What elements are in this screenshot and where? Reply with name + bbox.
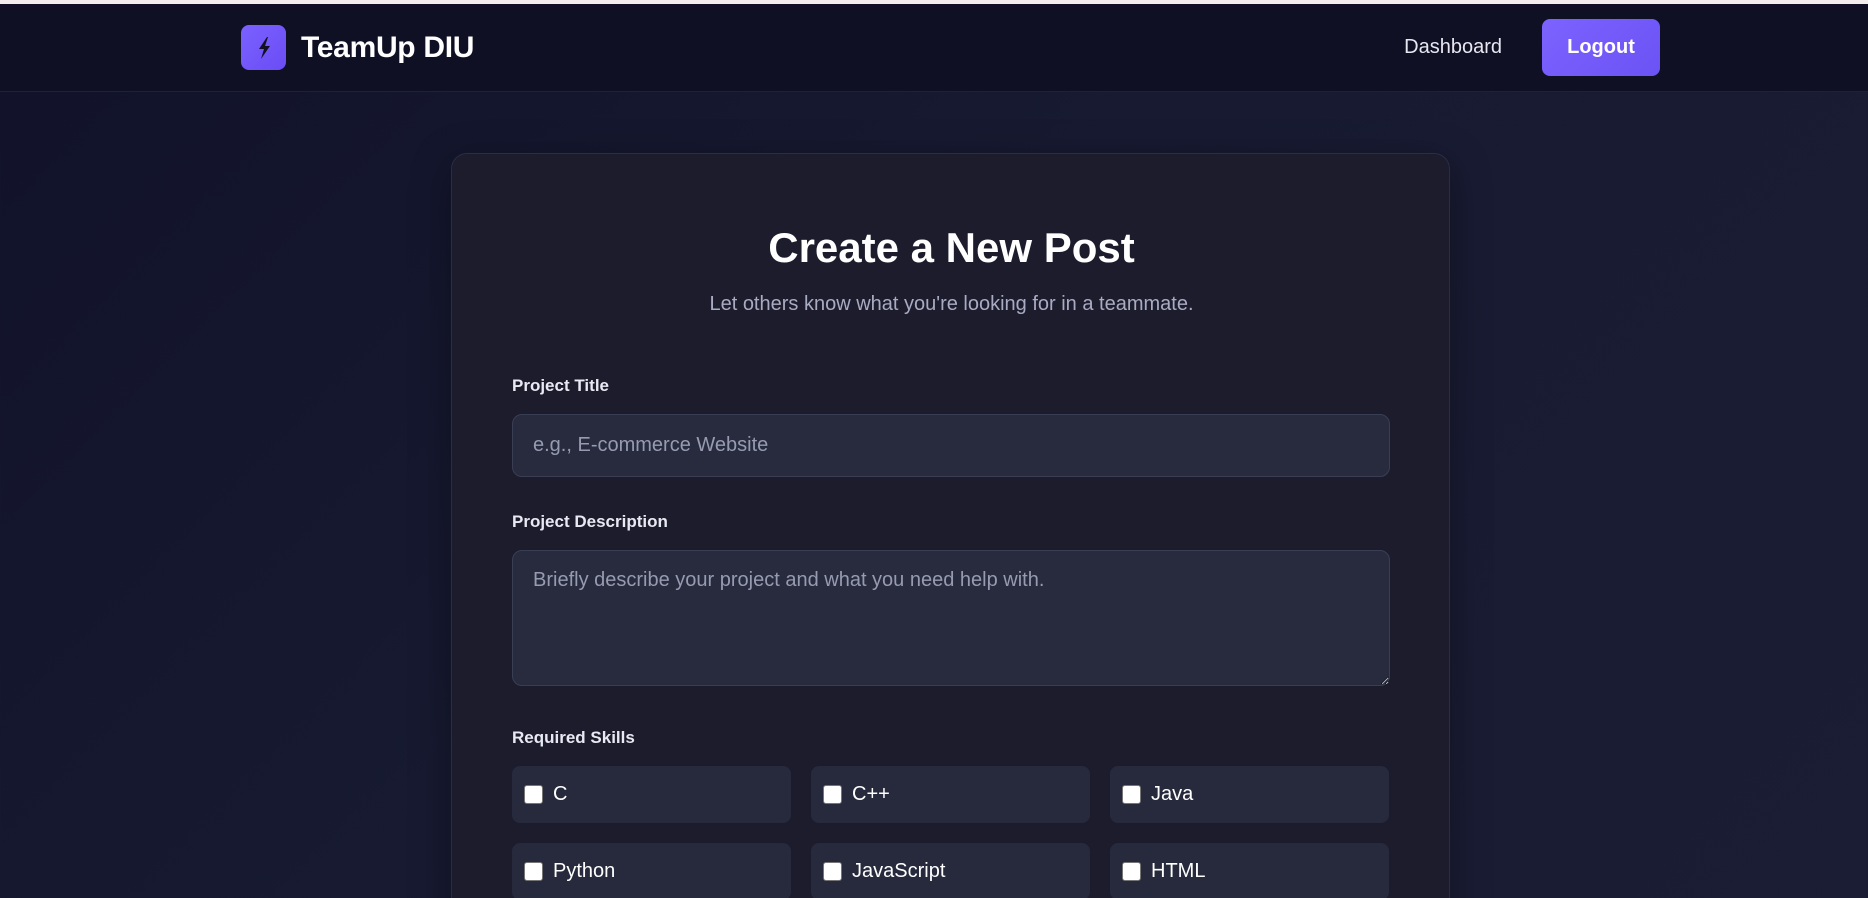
project-description-label: Project Description xyxy=(512,512,668,531)
logout-button[interactable]: Logout xyxy=(1542,19,1660,76)
project-title-input[interactable] xyxy=(512,414,1390,477)
skill-checkbox[interactable] xyxy=(1122,862,1141,881)
skill-checkbox[interactable] xyxy=(823,862,842,881)
navbar: TeamUp DIU Dashboard Logout xyxy=(0,4,1868,92)
skill-option-java[interactable]: Java xyxy=(1110,766,1389,823)
nav-menu: Dashboard Logout xyxy=(1404,19,1660,76)
skill-label: C++ xyxy=(852,783,890,805)
skill-label: Python xyxy=(553,860,616,882)
skill-option-javascript[interactable]: JavaScript xyxy=(811,843,1090,898)
skill-checkbox[interactable] xyxy=(524,862,543,881)
skill-checkbox[interactable] xyxy=(1122,785,1141,804)
skill-option-cpp[interactable]: C++ xyxy=(811,766,1090,823)
page-title: Create a New Post xyxy=(768,224,1135,271)
page-subtitle: Let others know what you're looking for … xyxy=(709,293,1194,315)
skill-option-python[interactable]: Python xyxy=(512,843,791,898)
nav-dashboard-link[interactable]: Dashboard xyxy=(1404,36,1502,59)
create-post-card: Create a New Post Let others know what y… xyxy=(451,153,1450,898)
skill-checkbox[interactable] xyxy=(524,785,543,804)
skill-option-c[interactable]: C xyxy=(512,766,791,823)
skill-label: HTML xyxy=(1151,860,1206,882)
skill-label: C xyxy=(553,783,568,805)
skill-label: JavaScript xyxy=(852,860,946,882)
skill-checkbox[interactable] xyxy=(823,785,842,804)
project-description-textarea[interactable] xyxy=(512,550,1390,686)
skill-label: Java xyxy=(1151,783,1194,805)
project-title-label: Project Title xyxy=(512,376,609,395)
skills-grid: C C++ Java Python JavaScript HTML xyxy=(512,766,1390,898)
lightning-bolt-icon xyxy=(241,25,286,70)
required-skills-label: Required Skills xyxy=(512,728,635,747)
brand[interactable]: TeamUp DIU xyxy=(241,25,474,70)
skill-option-html[interactable]: HTML xyxy=(1110,843,1389,898)
brand-name: TeamUp DIU xyxy=(301,30,475,64)
